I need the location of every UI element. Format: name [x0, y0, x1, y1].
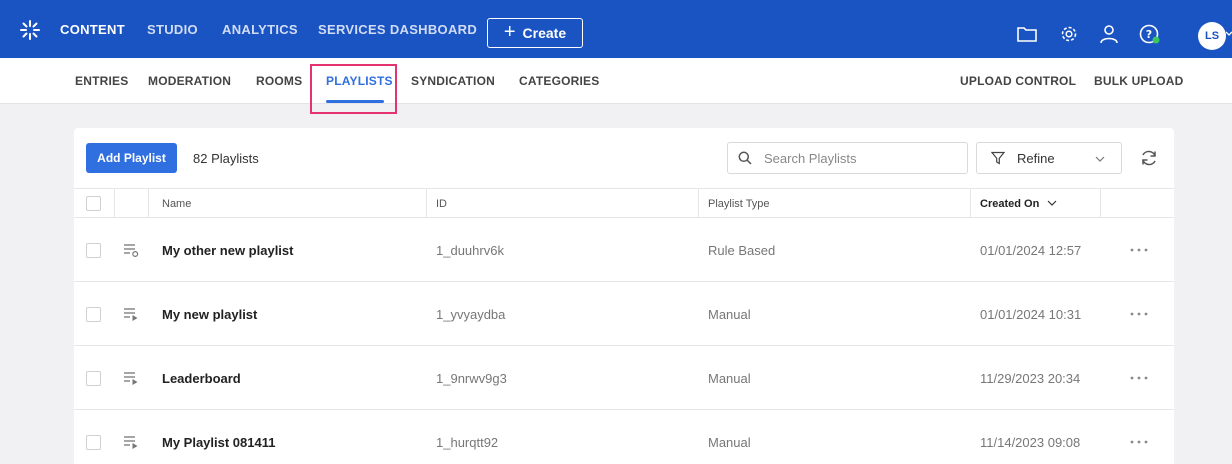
help-icon[interactable]: ?	[1138, 23, 1160, 45]
playlist-type: Manual	[708, 306, 751, 322]
column-divider	[1100, 189, 1101, 218]
playlist-type: Manual	[708, 370, 751, 386]
manual-playlist-icon	[124, 372, 138, 385]
column-divider	[114, 189, 115, 218]
playlist-created: 01/01/2024 10:31	[980, 306, 1082, 322]
column-divider	[426, 189, 427, 218]
subnav-rooms[interactable]: ROOMS	[256, 58, 302, 104]
highlight-box	[310, 64, 397, 114]
playlist-id: 1_hurqtt92	[436, 434, 499, 450]
playlists-card: Add Playlist 82 Playlists Search Playlis…	[74, 128, 1174, 464]
search-input[interactable]: Search Playlists	[727, 142, 968, 174]
topnav-studio[interactable]: STUDIO	[147, 0, 198, 58]
table-row[interactable]: Leaderboard 1_9nrwv9g3 Manual 11/29/2023…	[74, 346, 1174, 410]
playlist-id: 1_yvyaydba	[436, 306, 506, 322]
playlist-created: 11/29/2023 20:34	[980, 370, 1081, 386]
sort-chevron-down-icon	[1047, 200, 1057, 206]
filter-icon	[991, 151, 1005, 165]
table-header: Name ID Playlist Type Created On	[74, 188, 1174, 218]
more-actions-icon[interactable]	[1129, 248, 1149, 252]
header-id[interactable]: ID	[436, 189, 447, 218]
column-divider	[148, 189, 149, 218]
refine-dropdown[interactable]: Refine	[976, 142, 1122, 174]
playlist-name[interactable]: My other new playlist	[162, 218, 293, 282]
playlist-id: 1_9nrwv9g3	[436, 370, 507, 386]
user-icon[interactable]	[1098, 23, 1120, 45]
header-name[interactable]: Name	[162, 189, 191, 218]
subnav-upload-control[interactable]: UPLOAD CONTROL	[960, 58, 1076, 104]
avatar[interactable]: LS	[1198, 22, 1226, 50]
playlist-type: Manual	[708, 434, 751, 450]
playlist-created: 11/14/2023 09:08	[980, 434, 1081, 450]
plus-icon: +	[503, 21, 516, 43]
topnav-content[interactable]: CONTENT	[60, 0, 125, 58]
row-checkbox[interactable]	[86, 243, 101, 258]
subnav-entries[interactable]: ENTRIES	[75, 58, 128, 104]
refresh-icon[interactable]	[1139, 148, 1159, 168]
chevron-down-icon[interactable]	[1226, 28, 1232, 38]
subnav-moderation[interactable]: MODERATION	[148, 58, 231, 104]
svg-text:?: ?	[1146, 28, 1152, 41]
row-checkbox[interactable]	[86, 307, 101, 322]
manual-playlist-icon	[124, 436, 138, 449]
chevron-down-icon	[1095, 156, 1105, 162]
subnav-bulk-upload[interactable]: BULK UPLOAD	[1094, 58, 1184, 104]
table-row[interactable]: My other new playlist 1_duuhrv6k Rule Ba…	[74, 218, 1174, 282]
playlist-type: Rule Based	[708, 242, 776, 258]
refine-label: Refine	[1017, 150, 1055, 166]
playlist-id: 1_duuhrv6k	[436, 242, 504, 258]
column-divider	[698, 189, 699, 218]
add-playlist-button[interactable]: Add Playlist	[86, 143, 177, 173]
header-playlist-type[interactable]: Playlist Type	[708, 189, 770, 218]
topnav-analytics[interactable]: ANALYTICS	[222, 0, 298, 58]
table-row[interactable]: My Playlist 081411 1_hurqtt92 Manual 11/…	[74, 410, 1174, 464]
more-actions-icon[interactable]	[1129, 376, 1149, 380]
top-bar: CONTENT STUDIO ANALYTICS SERVICES DASHBO…	[0, 0, 1232, 58]
subnav-syndication[interactable]: SYNDICATION	[411, 58, 495, 104]
playlist-name[interactable]: My new playlist	[162, 282, 257, 346]
gear-icon[interactable]	[1058, 23, 1080, 45]
playlist-created: 01/01/2024 12:57	[980, 242, 1082, 258]
header-created-on[interactable]: Created On	[980, 189, 1057, 218]
create-label: Create	[522, 25, 567, 41]
column-divider	[970, 189, 971, 218]
create-button[interactable]: + Create	[487, 18, 583, 48]
playlist-count: 82 Playlists	[193, 150, 259, 166]
more-actions-icon[interactable]	[1129, 312, 1149, 316]
search-placeholder: Search Playlists	[764, 150, 857, 166]
table-row[interactable]: My new playlist 1_yvyaydba Manual 01/01/…	[74, 282, 1174, 346]
search-icon	[738, 151, 752, 165]
playlist-name[interactable]: Leaderboard	[162, 346, 241, 410]
kaltura-logo-icon[interactable]	[20, 20, 40, 40]
row-checkbox[interactable]	[86, 371, 101, 386]
topnav-services-dashboard[interactable]: SERVICES DASHBOARD	[318, 0, 477, 58]
sub-nav: ENTRIES MODERATION ROOMS PLAYLISTS SYNDI…	[0, 58, 1232, 104]
more-actions-icon[interactable]	[1129, 440, 1149, 444]
select-all-checkbox[interactable]	[86, 196, 101, 211]
rule-playlist-icon	[124, 244, 139, 257]
folder-icon[interactable]	[1016, 23, 1038, 45]
header-created-on-label: Created On	[980, 197, 1040, 210]
subnav-categories[interactable]: CATEGORIES	[519, 58, 599, 104]
playlist-name[interactable]: My Playlist 081411	[162, 410, 275, 464]
row-checkbox[interactable]	[86, 435, 101, 450]
manual-playlist-icon	[124, 308, 138, 321]
